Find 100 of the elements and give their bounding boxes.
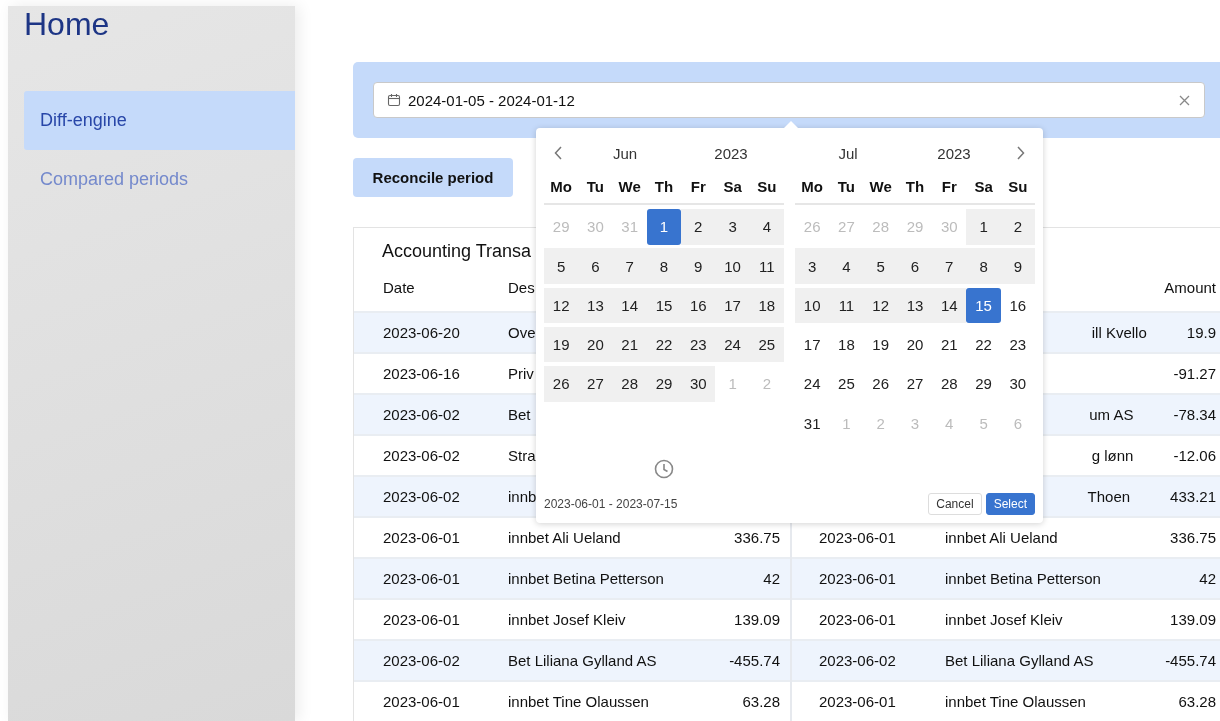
calendar-day[interactable]: 23 (1000, 326, 1035, 363)
calendar-day[interactable]: 18 (829, 326, 864, 363)
calendar-day[interactable]: 10 (795, 287, 830, 324)
calendar-day[interactable]: 31 (795, 405, 830, 441)
calendar-day[interactable]: 12 (544, 287, 579, 324)
weekday-label: Su (1008, 178, 1028, 195)
calendar-day[interactable]: 20 (578, 326, 613, 363)
calendar-day[interactable]: 29 (646, 366, 682, 402)
table-cell: 2023-06-02 (383, 447, 460, 464)
calendar-day[interactable]: 28 (612, 366, 647, 402)
calendar-day[interactable]: 26 (544, 366, 579, 402)
calendar-day[interactable]: 5 (544, 248, 579, 284)
calendar-day[interactable]: 26 (863, 366, 898, 402)
calendar-day[interactable]: 11 (749, 248, 784, 284)
calendar-day[interactable]: 18 (749, 287, 784, 324)
weekday-label: Th (905, 178, 925, 195)
calendar-day[interactable]: 14 (612, 287, 647, 324)
calendar-day[interactable]: 25 (749, 326, 784, 363)
table-cell: Thoen (1087, 488, 1131, 505)
calendar-day[interactable]: 9 (681, 248, 716, 284)
calendar-day[interactable]: 29 (966, 366, 1001, 402)
table-cell: -78.34 (1173, 406, 1216, 423)
calendar-day[interactable]: 23 (681, 326, 716, 363)
calendar-day[interactable]: 1 (646, 209, 682, 245)
calendar-day[interactable]: 19 (863, 326, 898, 363)
table-cell: 63.28 (742, 693, 780, 710)
calendar-day[interactable]: 3 (795, 248, 830, 284)
calendar-day[interactable]: 30 (1000, 366, 1035, 402)
year-label[interactable]: 2023 (937, 144, 971, 162)
calendar-day[interactable]: 21 (612, 326, 647, 363)
calendar-day[interactable]: 3 (715, 209, 750, 245)
field-value: 2024-01-05 - 2024-01-12 (408, 91, 576, 109)
month-label[interactable]: Jul (838, 144, 858, 162)
calendar-day[interactable]: 13 (578, 287, 613, 324)
weekday-label: Sa (723, 178, 742, 195)
calendar-day[interactable]: 27 (897, 366, 933, 402)
table-cell: 433.21 (1170, 488, 1216, 505)
calendar-day[interactable]: 27 (578, 366, 613, 402)
calendar-day[interactable]: 22 (646, 326, 682, 363)
calendar-day[interactable]: 28 (932, 366, 967, 402)
column-header: Des (508, 279, 535, 296)
column-header: Date (383, 279, 415, 296)
calendar-day[interactable]: 2 (1000, 209, 1035, 245)
calendar-day[interactable]: 15 (646, 287, 682, 324)
calendar-day[interactable]: 17 (715, 287, 750, 324)
weekday-label: Tu (586, 178, 605, 195)
calendar-day[interactable]: 16 (1000, 287, 1035, 324)
table-cell: innbet Ali Ueland (945, 529, 1058, 546)
calendar-day[interactable]: 4 (749, 209, 784, 245)
weekday-label: Th (654, 178, 674, 195)
calendar-day[interactable]: 9 (1000, 248, 1035, 284)
calendar-day[interactable]: 12 (863, 287, 898, 324)
table-cell: 2023-06-01 (383, 529, 460, 546)
calendar-day[interactable]: 10 (715, 248, 750, 284)
year-label[interactable]: 2023 (714, 144, 748, 162)
calendar-day[interactable]: 21 (932, 326, 967, 363)
calendar-day[interactable]: 14 (932, 287, 967, 324)
table-cell: 42 (1199, 570, 1216, 587)
calendar-day[interactable]: 16 (681, 287, 716, 324)
calendar-day[interactable]: 24 (715, 326, 750, 363)
calendar-day[interactable]: 5 (863, 248, 898, 284)
table-cell: innb (508, 488, 537, 505)
clock-icon (654, 459, 674, 479)
calendar-day[interactable]: 1 (966, 209, 1001, 245)
reconcile-button[interactable]: Reconcile period (353, 158, 513, 197)
calendar-day[interactable]: 4 (829, 248, 864, 284)
calendar-day[interactable]: 22 (966, 326, 1001, 363)
calendar-day[interactable]: 8 (966, 248, 1001, 284)
table-cell: 2023-06-02 (383, 406, 460, 423)
calendar-day[interactable]: 11 (829, 287, 864, 324)
calendar-day[interactable]: 20 (897, 326, 933, 363)
nav-item[interactable]: Diff-engine (24, 91, 295, 150)
calendar-day[interactable]: 7 (612, 248, 647, 284)
calendar-day[interactable]: 25 (829, 366, 864, 402)
calendar-day[interactable]: 7 (932, 248, 967, 284)
calendar-day[interactable]: 24 (795, 366, 830, 402)
weekday-label: Su (757, 178, 777, 195)
chevron-left-icon (554, 146, 562, 160)
calendar-day[interactable]: 8 (646, 248, 682, 284)
calendar-day[interactable]: 2 (681, 209, 716, 245)
month-label[interactable]: Jun (612, 144, 638, 162)
table-cell: um AS (1089, 406, 1134, 423)
calendar-day[interactable]: 17 (795, 326, 830, 363)
date-range-field[interactable]: 2024-01-05 - 2024-01-12 (373, 82, 1205, 118)
table-cell: Bet (508, 406, 531, 423)
table-cell: innbet Josef Kleiv (508, 611, 626, 628)
cancel-button[interactable]: Cancel (928, 493, 982, 515)
calendar-day[interactable]: 6 (578, 248, 613, 284)
select-button[interactable]: Select (985, 493, 1035, 515)
table-cell: Priv (508, 365, 534, 382)
weekday-label: Sa (974, 178, 993, 195)
table-cell: 336.75 (734, 529, 780, 546)
calendar-day[interactable]: 13 (897, 287, 933, 324)
calendar-day[interactable]: 30 (681, 366, 716, 402)
calendar-day[interactable]: 6 (897, 248, 933, 284)
table-cell: innbet Tine Olaussen (508, 693, 649, 710)
calendar-day[interactable]: 15 (966, 287, 1001, 324)
calendar-day[interactable]: 19 (544, 326, 579, 363)
table-cell: g lønn (1091, 447, 1134, 464)
table-cell: 19.9 (1186, 324, 1216, 341)
